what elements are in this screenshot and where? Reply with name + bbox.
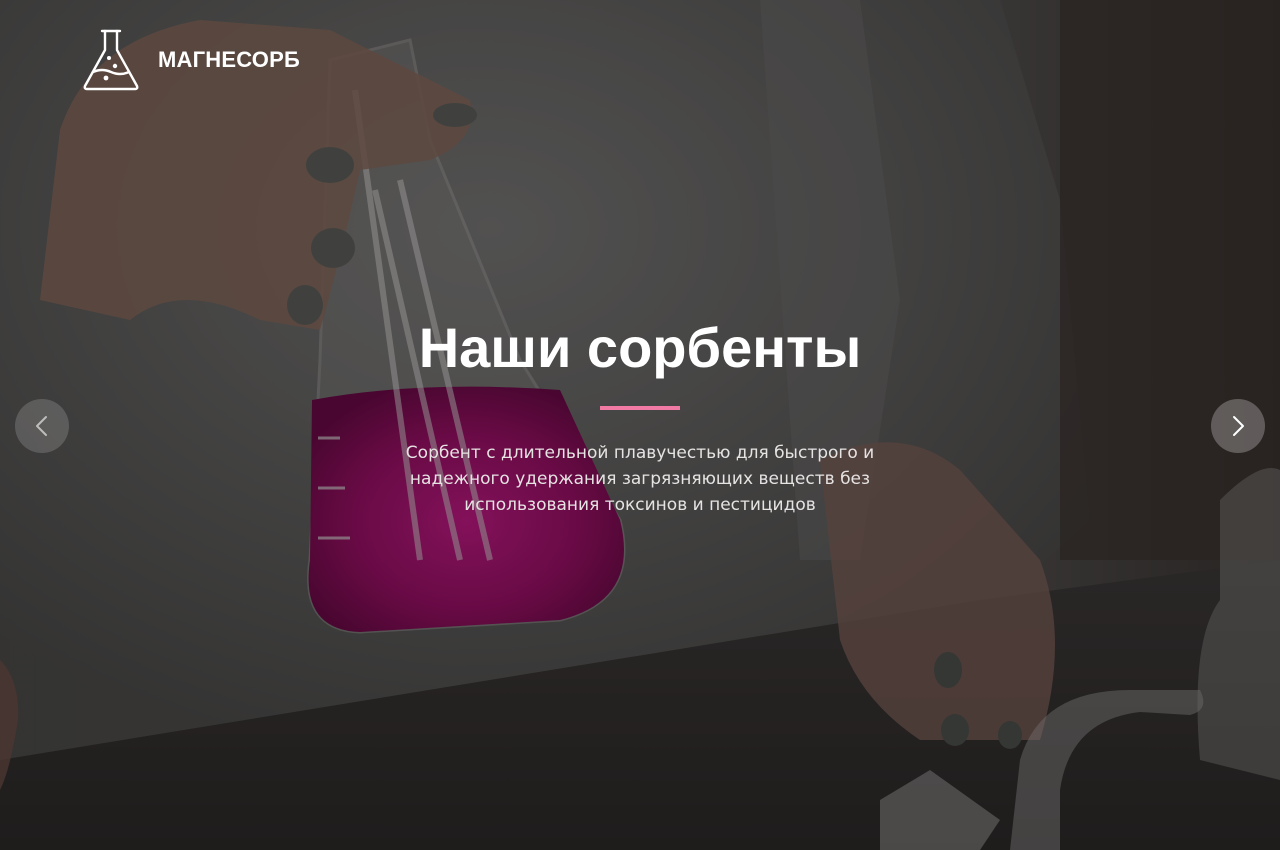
title-divider bbox=[600, 406, 680, 410]
chevron-right-icon bbox=[1233, 416, 1244, 436]
slider-prev-button[interactable] bbox=[15, 399, 69, 453]
brand-name: МАГНЕСОРБ bbox=[158, 47, 300, 72]
logo-link[interactable]: МАГНЕСОРБ bbox=[82, 28, 300, 92]
hero-subtitle: Сорбент с длительной плавучестью для быс… bbox=[405, 443, 875, 515]
site-header: МАГНЕСОРБ bbox=[82, 28, 300, 92]
hero-content: Наши сорбенты Сорбент с длительной плаву… bbox=[340, 312, 940, 518]
hero-slider: МАГНЕСОРБ Наши сорбенты Сорбент с длител… bbox=[0, 0, 1280, 850]
flask-icon bbox=[83, 29, 139, 91]
hero-title: Наши сорбенты bbox=[418, 316, 862, 379]
slider-next-button[interactable] bbox=[1211, 399, 1265, 453]
chevron-left-icon bbox=[36, 416, 47, 436]
